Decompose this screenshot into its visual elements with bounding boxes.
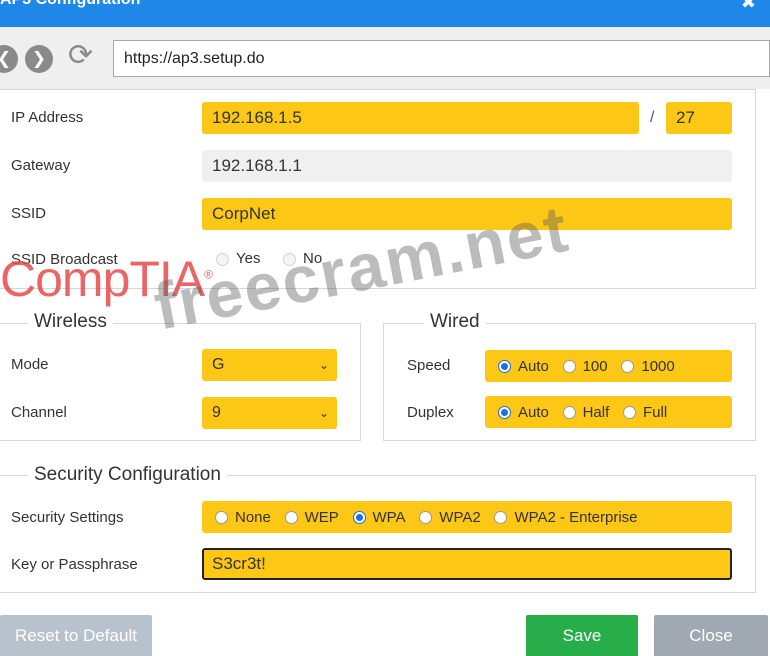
speed-100-label: 100 (582, 357, 608, 375)
speed-auto-radio[interactable] (498, 360, 511, 374)
close-icon[interactable]: ✖ (741, 0, 756, 13)
duplex-option-auto[interactable]: Auto (498, 397, 549, 429)
security-wpa2-enterprise-label: WPA2 - Enterprise (514, 508, 638, 526)
speed-radio-group: Auto 100 1000 (485, 350, 732, 382)
speed-1000-label: 1000 (641, 357, 675, 375)
security-option-none[interactable]: None (215, 502, 271, 534)
speed-1000-radio[interactable] (621, 360, 635, 374)
window-title: AP3 Configuration (0, 0, 140, 9)
mode-select[interactable]: G ⌄ (202, 349, 337, 381)
duplex-radio-group: Auto Half Full (485, 396, 732, 428)
speed-auto-label: Auto (518, 357, 549, 375)
ip-address-label: IP Address (11, 109, 84, 126)
passphrase-label: Key or Passphrase (11, 556, 138, 573)
ip-address-input[interactable]: 192.168.1.5 (202, 102, 639, 134)
speed-label: Speed (407, 357, 451, 374)
duplex-option-full[interactable]: Full (623, 397, 667, 429)
duplex-full-radio[interactable] (623, 406, 637, 420)
speed-100-radio[interactable] (562, 360, 576, 374)
security-settings-label: Security Settings (11, 509, 124, 526)
duplex-half-radio[interactable] (562, 406, 576, 420)
wireless-legend: Wireless (28, 311, 113, 333)
mode-label: Mode (11, 356, 49, 373)
security-option-wpa[interactable]: WPA (352, 502, 406, 534)
gateway-label: Gateway (11, 157, 71, 174)
security-none-radio[interactable] (215, 511, 228, 525)
chevron-down-icon: ⌄ (318, 406, 329, 420)
security-wpa-label: WPA (372, 508, 406, 526)
speed-option-1000[interactable]: 1000 (621, 351, 675, 383)
forward-arrow-icon[interactable]: ❯ (25, 45, 53, 73)
wired-legend: Wired (424, 311, 486, 333)
channel-select[interactable]: 9 ⌄ (202, 397, 337, 429)
security-option-wpa2-enterprise[interactable]: WPA2 - Enterprise (494, 502, 638, 534)
security-option-wep[interactable]: WEP (284, 502, 339, 534)
title-bar: AP3 Configuration ✖ (0, 0, 770, 27)
security-legend: Security Configuration (28, 464, 227, 486)
security-none-label: None (235, 508, 271, 526)
reload-icon[interactable]: ⟳ (68, 41, 93, 71)
back-arrow-icon[interactable]: ❮ (0, 45, 18, 73)
subnet-prefix-input[interactable]: 27 (666, 102, 732, 134)
dialog-footer: Reset to Default Save Close (0, 597, 770, 656)
speed-option-100[interactable]: 100 (562, 351, 608, 383)
duplex-half-label: Half (582, 403, 610, 421)
close-button[interactable]: Close (654, 615, 768, 656)
security-option-wpa2[interactable]: WPA2 (419, 502, 481, 534)
speed-option-auto[interactable]: Auto (498, 351, 549, 383)
passphrase-input[interactable]: S3cr3t! (202, 548, 732, 580)
security-wpa2-label: WPA2 (439, 508, 481, 526)
reset-to-default-button[interactable]: Reset to Default (0, 615, 152, 656)
security-wpa-radio[interactable] (352, 511, 366, 525)
save-button[interactable]: Save (526, 615, 638, 656)
subnet-slash: / (650, 109, 655, 126)
duplex-option-half[interactable]: Half (562, 397, 610, 429)
security-wpa2-radio[interactable] (419, 511, 433, 525)
duplex-auto-label: Auto (518, 403, 549, 421)
ssid-label: SSID (11, 205, 47, 222)
security-wep-radio[interactable] (284, 511, 298, 525)
duplex-full-label: Full (643, 403, 668, 421)
security-wpa2-enterprise-radio[interactable] (494, 511, 508, 525)
mode-value: G (212, 356, 225, 373)
gateway-input: 192.168.1.1 (202, 150, 732, 182)
duplex-auto-radio[interactable] (498, 406, 511, 420)
security-radio-group: None WEP WPA WPA2 WPA2 - Enterprise (202, 501, 732, 533)
channel-label: Channel (11, 404, 67, 421)
duplex-label: Duplex (407, 404, 454, 421)
url-input[interactable]: https://ap3.setup.do (113, 40, 770, 77)
chevron-down-icon: ⌄ (318, 358, 329, 372)
channel-value: 9 (212, 404, 221, 421)
security-wep-label: WEP (304, 508, 339, 526)
browser-nav-bar: ❮ ❯ ⟳ https://ap3.setup.do (0, 27, 770, 89)
